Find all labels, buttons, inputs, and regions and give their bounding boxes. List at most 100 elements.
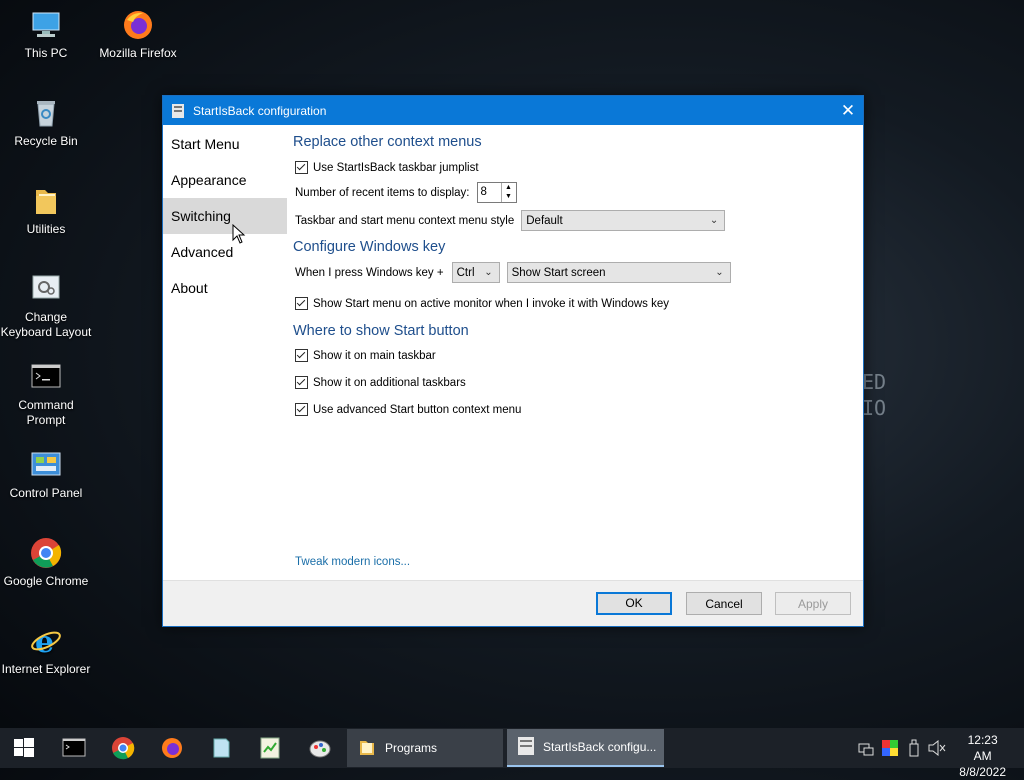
desktop-icon-control-panel[interactable]: Control Panel: [0, 448, 92, 501]
firefox-icon: [121, 8, 155, 42]
recent-items-row: Number of recent items to display: 8 ▲ ▼: [295, 182, 517, 203]
windows-key-action-select[interactable]: Show Start screen ⌄: [506, 262, 731, 283]
main-taskbar-label: Show it on main taskbar: [313, 349, 436, 362]
cancel-button[interactable]: Cancel: [686, 592, 762, 615]
taskbar-button-label: Programs: [385, 741, 438, 755]
start-button-windows-icon[interactable]: [12, 736, 36, 760]
chevron-down-icon: ⌄: [484, 267, 493, 278]
jumplist-option[interactable]: Use StartIsBack taskbar jumplist: [295, 161, 479, 174]
display-color-icon[interactable]: [882, 740, 898, 759]
chevron-down-icon: ⌄: [715, 267, 724, 278]
keyboard-settings-icon: [29, 272, 63, 306]
modifier-select[interactable]: Ctrl ⌄: [451, 262, 500, 283]
advanced-context-menu-option[interactable]: Use advanced Start button context menu: [295, 403, 521, 416]
windows-key-action-value: Show Start screen: [511, 266, 606, 279]
sidebar-item-switching[interactable]: Switching: [163, 198, 287, 234]
section-title-context-menus: Replace other context menus: [293, 134, 482, 150]
recent-items-spinner[interactable]: 8 ▲ ▼: [476, 182, 517, 203]
advanced-context-menu-checkbox[interactable]: [295, 403, 308, 416]
desktop-icon-firefox[interactable]: Mozilla Firefox: [92, 8, 184, 61]
app-icon: [172, 103, 184, 118]
usb-drive-icon[interactable]: [908, 739, 920, 760]
dialog-footer: OK Cancel Apply: [163, 580, 863, 626]
settings-content: Replace other context menus Use StartIsB…: [293, 126, 863, 578]
sidebar-item-appearance[interactable]: Appearance: [163, 162, 287, 198]
desktop-icon-label: Control Panel: [9, 486, 83, 500]
section-title-windows-key: Configure Windows key: [293, 239, 446, 255]
additional-taskbars-checkbox[interactable]: [295, 376, 308, 389]
app-icon: [517, 736, 535, 759]
recycle-bin-icon: [29, 96, 63, 130]
taskbar-paint-icon[interactable]: [308, 736, 332, 760]
additional-taskbars-label: Show it on additional taskbars: [313, 376, 466, 389]
network-settings-icon[interactable]: [858, 740, 874, 759]
sidebar-item-start-menu[interactable]: Start Menu: [163, 126, 287, 162]
wallpaper-text: IO: [862, 396, 887, 420]
chevron-down-icon: ⌄: [709, 215, 719, 226]
tweak-modern-icons-link[interactable]: Tweak modern icons...: [295, 556, 410, 568]
sidebar-item-advanced[interactable]: Advanced: [163, 234, 287, 270]
taskbar-command-prompt-icon[interactable]: [62, 736, 86, 760]
taskbar-editor-icon[interactable]: [258, 736, 282, 760]
advanced-context-menu-label: Use advanced Start button context menu: [313, 403, 522, 416]
desktop-icon-recycle-bin[interactable]: Recycle Bin: [0, 96, 92, 149]
main-taskbar-checkbox[interactable]: [295, 349, 308, 362]
desktop-icon-label: Change Keyboard Layout: [0, 310, 92, 339]
desktop-icon-this-pc[interactable]: This PC: [0, 8, 92, 61]
active-monitor-checkbox[interactable]: [295, 297, 308, 310]
context-style-value: Default: [526, 214, 563, 227]
desktop-icon-label: Internet Explorer: [1, 662, 91, 676]
context-style-label: Taskbar and start menu context menu styl…: [295, 214, 515, 227]
desktop-icon-label: Recycle Bin: [14, 134, 78, 148]
clock-time: 12:23 AM: [967, 733, 998, 763]
clock-date: 8/8/2022: [959, 765, 1006, 779]
context-style-select[interactable]: Default ⌄: [521, 210, 726, 231]
section-title-start-button: Where to show Start button: [293, 323, 469, 339]
main-taskbar-option[interactable]: Show it on main taskbar: [295, 349, 436, 362]
recent-items-label: Number of recent items to display:: [295, 186, 470, 199]
taskbar-button-programs[interactable]: Programs: [347, 729, 503, 767]
sidebar-nav: Start Menu Appearance Switching Advanced…: [163, 126, 287, 578]
modifier-value: Ctrl: [456, 266, 475, 279]
desktop-icon-label: Google Chrome: [3, 574, 89, 588]
desktop-icon-command-prompt[interactable]: Command Prompt: [0, 360, 92, 428]
taskbar-chrome-icon[interactable]: [111, 736, 135, 760]
folder-icon: [359, 738, 375, 759]
desktop-icon-chrome[interactable]: Google Chrome: [0, 536, 92, 589]
active-monitor-option[interactable]: Show Start menu on active monitor when I…: [295, 297, 669, 310]
taskbar-notepad-icon[interactable]: [209, 736, 233, 760]
close-icon[interactable]: ✕: [833, 96, 863, 125]
jumplist-checkbox[interactable]: [295, 161, 308, 174]
computer-icon: [29, 8, 63, 42]
recent-items-value[interactable]: 8: [478, 183, 501, 202]
spinner-arrows-icon[interactable]: ▲ ▼: [500, 183, 516, 202]
folder-icon: [29, 184, 63, 218]
startisback-config-window: StartIsBack configuration ✕ Start Menu A…: [162, 95, 864, 627]
internet-explorer-icon: e: [29, 624, 63, 660]
volume-muted-icon[interactable]: [928, 739, 946, 759]
window-title: StartIsBack configuration: [193, 103, 327, 118]
desktop-icon-label: This PC: [24, 46, 68, 60]
chrome-icon: [29, 536, 63, 570]
ok-button[interactable]: OK: [596, 592, 672, 615]
taskbar: Programs StartIsBack configu... 12:23 AM…: [0, 728, 1024, 779]
desktop-icon-keyboard-layout[interactable]: Change Keyboard Layout: [0, 272, 92, 340]
terminal-icon: [29, 360, 63, 394]
jumplist-label: Use StartIsBack taskbar jumplist: [313, 161, 479, 174]
desktop-icon-utilities[interactable]: Utilities: [0, 184, 92, 237]
desktop-icon-internet-explorer[interactable]: e Internet Explorer: [0, 624, 92, 677]
desktop-icon-label: Command Prompt: [18, 398, 74, 427]
additional-taskbars-option[interactable]: Show it on additional taskbars: [295, 376, 466, 389]
taskbar-button-startisback[interactable]: StartIsBack configu...: [507, 729, 664, 767]
apply-button[interactable]: Apply: [775, 592, 851, 615]
context-style-row: Taskbar and start menu context menu styl…: [295, 210, 726, 231]
sidebar-item-about[interactable]: About: [163, 270, 287, 306]
control-panel-icon: [29, 448, 63, 482]
taskbar-firefox-icon[interactable]: [160, 736, 184, 760]
window-titlebar[interactable]: StartIsBack configuration ✕: [163, 96, 863, 125]
active-monitor-label: Show Start menu on active monitor when I…: [313, 297, 670, 310]
desktop-icon-label: Mozilla Firefox: [99, 46, 177, 60]
svg-text:e: e: [35, 625, 54, 658]
wallpaper-text: ED: [862, 370, 887, 394]
taskbar-clock[interactable]: 12:23 AM 8/8/2022: [959, 732, 1006, 780]
